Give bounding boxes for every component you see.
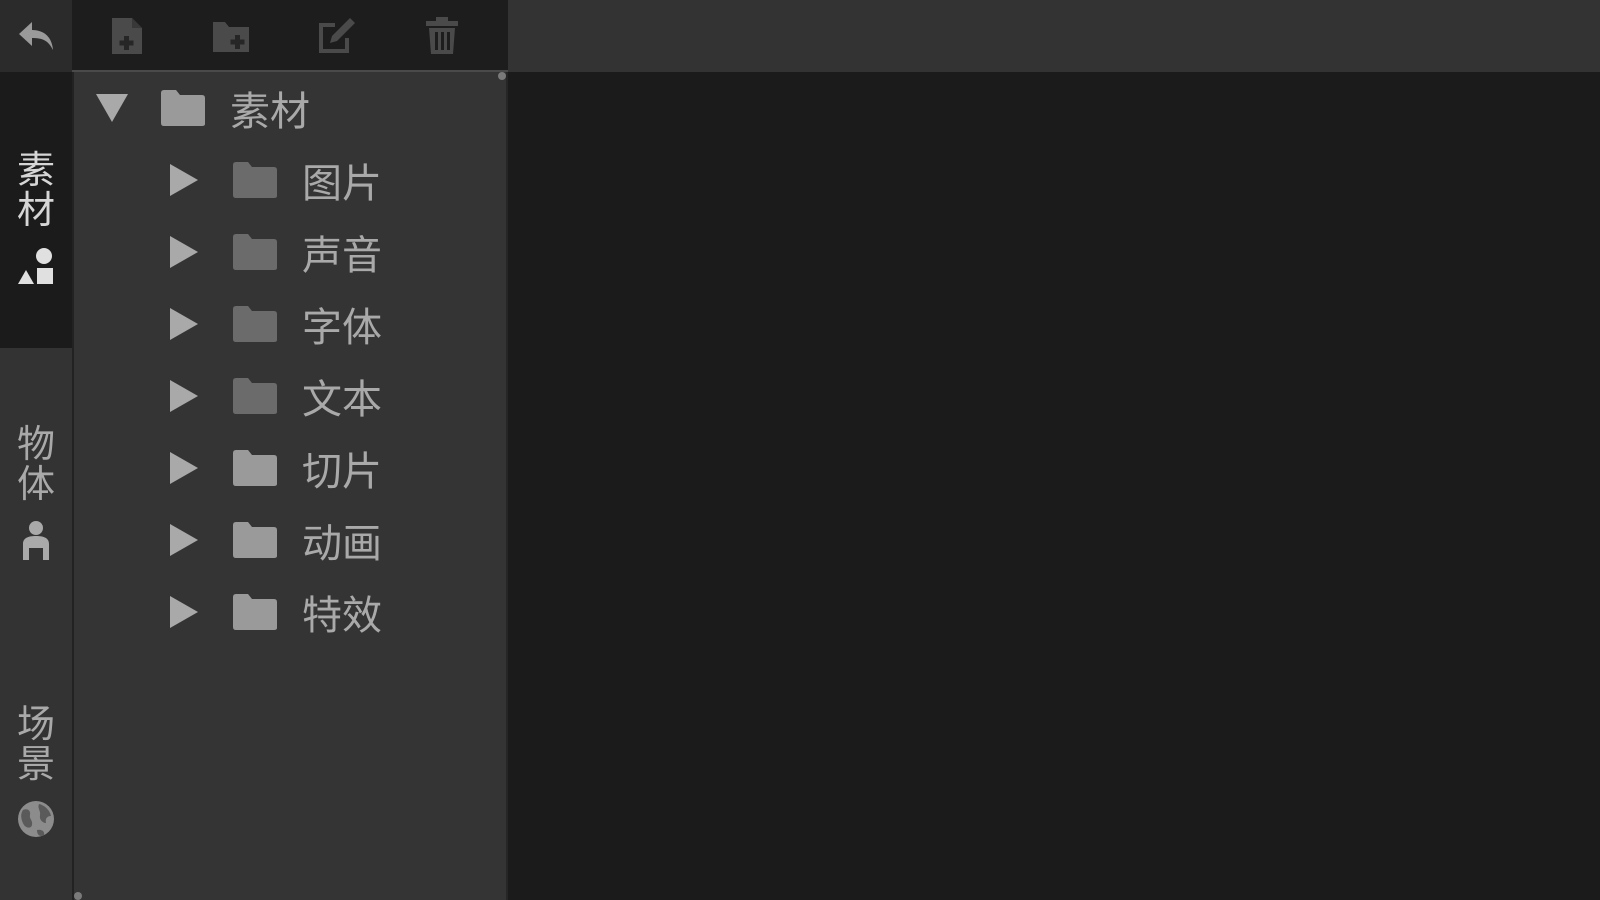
folder-icon: [233, 450, 277, 486]
tree-item-label: 特效: [302, 593, 382, 639]
folder-icon: [233, 378, 277, 414]
tree-item-label: 切片: [302, 449, 382, 495]
tree-item-label: 字体: [302, 305, 382, 351]
expand-right-icon[interactable]: [162, 446, 206, 490]
back-button[interactable]: [0, 0, 72, 72]
globe-icon: [17, 800, 55, 842]
top-bar-empty: [508, 0, 1600, 72]
folder-icon: [233, 594, 277, 630]
asset-tree-panel: 素材 图片声音字体文本切片动画特效: [72, 72, 508, 900]
back-arrow-icon: [19, 22, 53, 50]
tree-item-label: 动画: [302, 521, 382, 567]
tab-objects-label: 物体: [16, 422, 55, 506]
new-folder-icon: [213, 22, 249, 52]
trash-icon: [426, 17, 458, 54]
tree-item-label: 文本: [302, 377, 382, 423]
expand-right-icon[interactable]: [162, 590, 206, 634]
tab-scenes[interactable]: 场景: [0, 624, 72, 900]
expand-down-icon[interactable]: [90, 86, 134, 130]
tree-root-row[interactable]: 素材: [90, 78, 310, 138]
folder-icon: [233, 162, 277, 198]
scroll-handle-top[interactable]: [498, 72, 506, 80]
expand-right-icon[interactable]: [162, 158, 206, 202]
person-icon: [18, 520, 54, 564]
scroll-handle-bottom[interactable]: [74, 892, 82, 900]
left-sidebar: 素材 物体 场景: [0, 0, 72, 900]
new-folder-button[interactable]: [209, 14, 253, 58]
tab-objects[interactable]: 物体: [0, 348, 72, 624]
tab-assets[interactable]: 素材: [0, 72, 72, 348]
folder-icon: [233, 522, 277, 558]
edit-button[interactable]: [315, 14, 359, 58]
tree-row[interactable]: 声音: [162, 222, 382, 282]
expand-right-icon[interactable]: [162, 374, 206, 418]
tree-item-label: 声音: [302, 233, 382, 279]
edit-icon: [319, 18, 355, 53]
new-file-button[interactable]: [105, 14, 149, 58]
tree-row[interactable]: 特效: [162, 582, 382, 642]
expand-right-icon[interactable]: [162, 230, 206, 274]
tree-item-label: 图片: [302, 161, 382, 207]
tree-row[interactable]: 字体: [162, 294, 382, 354]
tab-assets-label: 素材: [16, 148, 55, 232]
folder-icon: [233, 234, 277, 270]
tree-row[interactable]: 文本: [162, 366, 382, 426]
tree-row[interactable]: 切片: [162, 438, 382, 498]
new-file-icon: [112, 18, 142, 54]
tree-root-label: 素材: [230, 89, 310, 135]
folder-icon: [233, 306, 277, 342]
toolbar: [72, 0, 508, 72]
tree-row[interactable]: 动画: [162, 510, 382, 570]
tab-scenes-label: 场景: [16, 702, 55, 786]
expand-right-icon[interactable]: [162, 518, 206, 562]
tree-row[interactable]: 图片: [162, 150, 382, 210]
delete-button[interactable]: [420, 14, 464, 58]
shapes-icon: [16, 246, 56, 290]
folder-icon: [161, 90, 205, 126]
expand-right-icon[interactable]: [162, 302, 206, 346]
